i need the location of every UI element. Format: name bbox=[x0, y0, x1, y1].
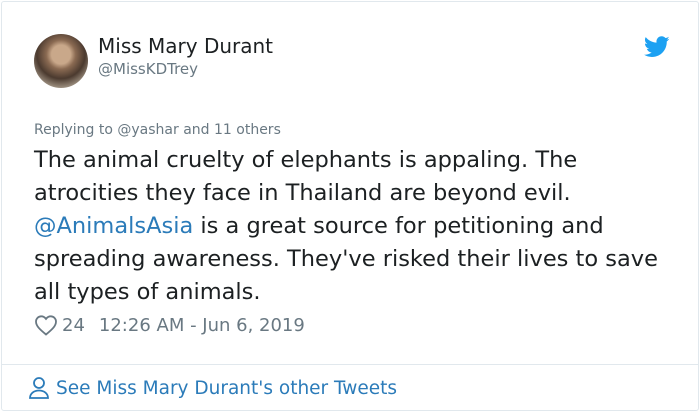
person-icon bbox=[29, 377, 49, 399]
author-name[interactable]: Miss Mary Durant bbox=[98, 34, 273, 58]
like-count[interactable]: 24 bbox=[62, 315, 85, 336]
embedded-tweet-card: Miss Mary Durant @MissKDTrey Replying to… bbox=[1, 1, 699, 411]
heart-icon[interactable] bbox=[34, 314, 58, 336]
replying-suffix[interactable]: and 11 others bbox=[179, 122, 281, 138]
tweet-meta: 24 12:26 AM - Jun 6, 2019 bbox=[34, 314, 305, 336]
mention-link[interactable]: @AnimalsAsia bbox=[34, 213, 193, 239]
divider bbox=[2, 364, 698, 365]
author-handle[interactable]: @MissKDTrey bbox=[98, 60, 198, 78]
replying-prefix: Replying to bbox=[34, 122, 118, 138]
tweet-text: The animal cruelty of elephants is appal… bbox=[34, 144, 674, 309]
replying-to-line: Replying to @yashar and 11 others bbox=[34, 122, 281, 138]
replying-to-link[interactable]: @yashar bbox=[117, 122, 178, 138]
see-other-tweets-label[interactable]: See Miss Mary Durant's other Tweets bbox=[56, 378, 397, 399]
see-other-tweets-link[interactable]: See Miss Mary Durant's other Tweets bbox=[28, 376, 397, 400]
timestamp[interactable]: 12:26 AM - Jun 6, 2019 bbox=[99, 315, 305, 336]
twitter-bird-icon[interactable] bbox=[644, 36, 670, 58]
tweet-text-part1: The animal cruelty of elephants is appal… bbox=[34, 147, 578, 206]
avatar[interactable] bbox=[34, 34, 88, 88]
